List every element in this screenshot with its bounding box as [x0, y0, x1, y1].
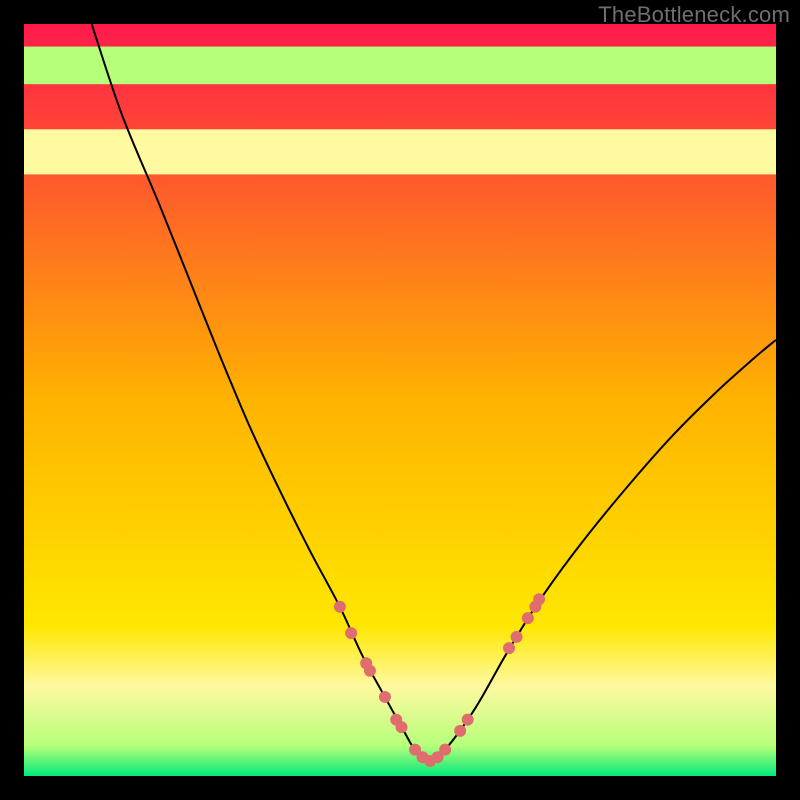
chart-svg [24, 24, 776, 776]
highlight-dot [345, 627, 357, 639]
highlight-dot [511, 631, 523, 643]
highlight-dot [334, 601, 346, 613]
highlight-dot [396, 721, 408, 733]
watermark: TheBottleneck.com [598, 2, 790, 28]
highlight-dot [454, 725, 466, 737]
highlight-band [24, 47, 776, 85]
chart-frame [24, 24, 776, 776]
highlight-dot [364, 665, 376, 677]
highlight-dot [379, 691, 391, 703]
highlight-dot [462, 714, 474, 726]
highlight-dot [503, 642, 515, 654]
highlight-dot [522, 612, 534, 624]
highlight-dot [533, 593, 545, 605]
highlight-dot [439, 744, 451, 756]
